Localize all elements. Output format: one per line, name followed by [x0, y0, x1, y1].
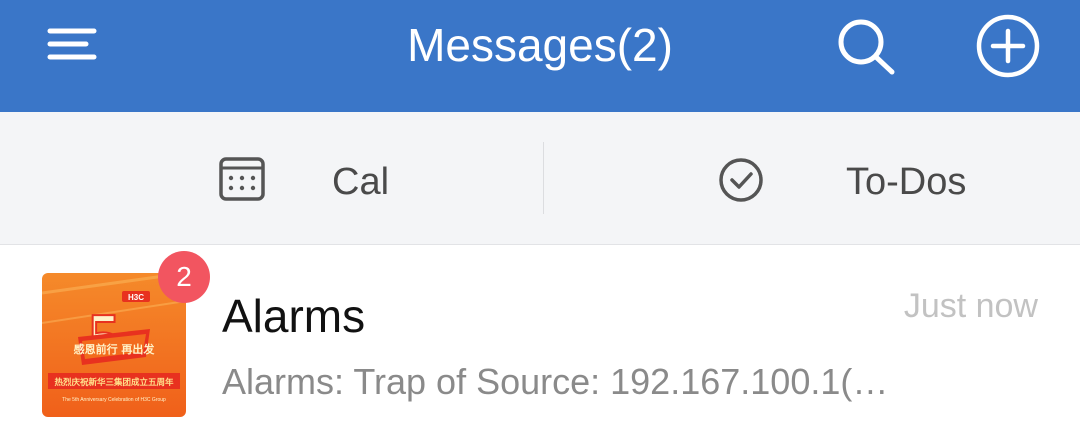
message-timestamp: Just now	[903, 287, 1038, 325]
tab-calendar-label: Cal	[332, 161, 390, 203]
app-header: Messages(2)	[0, 0, 1080, 112]
page-title: Messages(2)	[407, 19, 673, 71]
calendar-icon	[219, 157, 265, 201]
add-button[interactable]	[974, 14, 1042, 78]
tab-calendar[interactable]: Cal	[0, 112, 543, 244]
tab-todos[interactable]: To-Dos	[544, 112, 1080, 244]
avatar-footer-text: The 5th Anniversary Celebration of H3C G…	[62, 397, 166, 403]
add-circle-icon	[976, 14, 1040, 78]
menu-button[interactable]	[44, 22, 100, 66]
check-circle-icon	[719, 158, 763, 202]
shortcut-tabs: Cal To-Dos	[0, 112, 1080, 245]
avatar-headline-text: 感恩前行 再出发	[74, 342, 156, 356]
message-preview: Alarms: Trap of Source: 192.167.100.1(…	[222, 361, 889, 402]
avatar-banner-text: 热烈庆祝新华三集团成立五周年	[54, 377, 174, 388]
menu-icon	[47, 28, 97, 60]
search-icon	[838, 19, 895, 75]
message-item-alarms[interactable]: H3C 5 感恩前行 再出发 热烈庆祝新华三集团成立五周年 The 5th An…	[0, 245, 1080, 444]
avatar-badge-text: H3C	[128, 293, 144, 302]
unread-count-badge: 2	[158, 251, 210, 303]
tab-todos-label: To-Dos	[846, 161, 967, 203]
message-sender-name: Alarms	[222, 290, 366, 342]
search-button[interactable]	[834, 16, 898, 76]
